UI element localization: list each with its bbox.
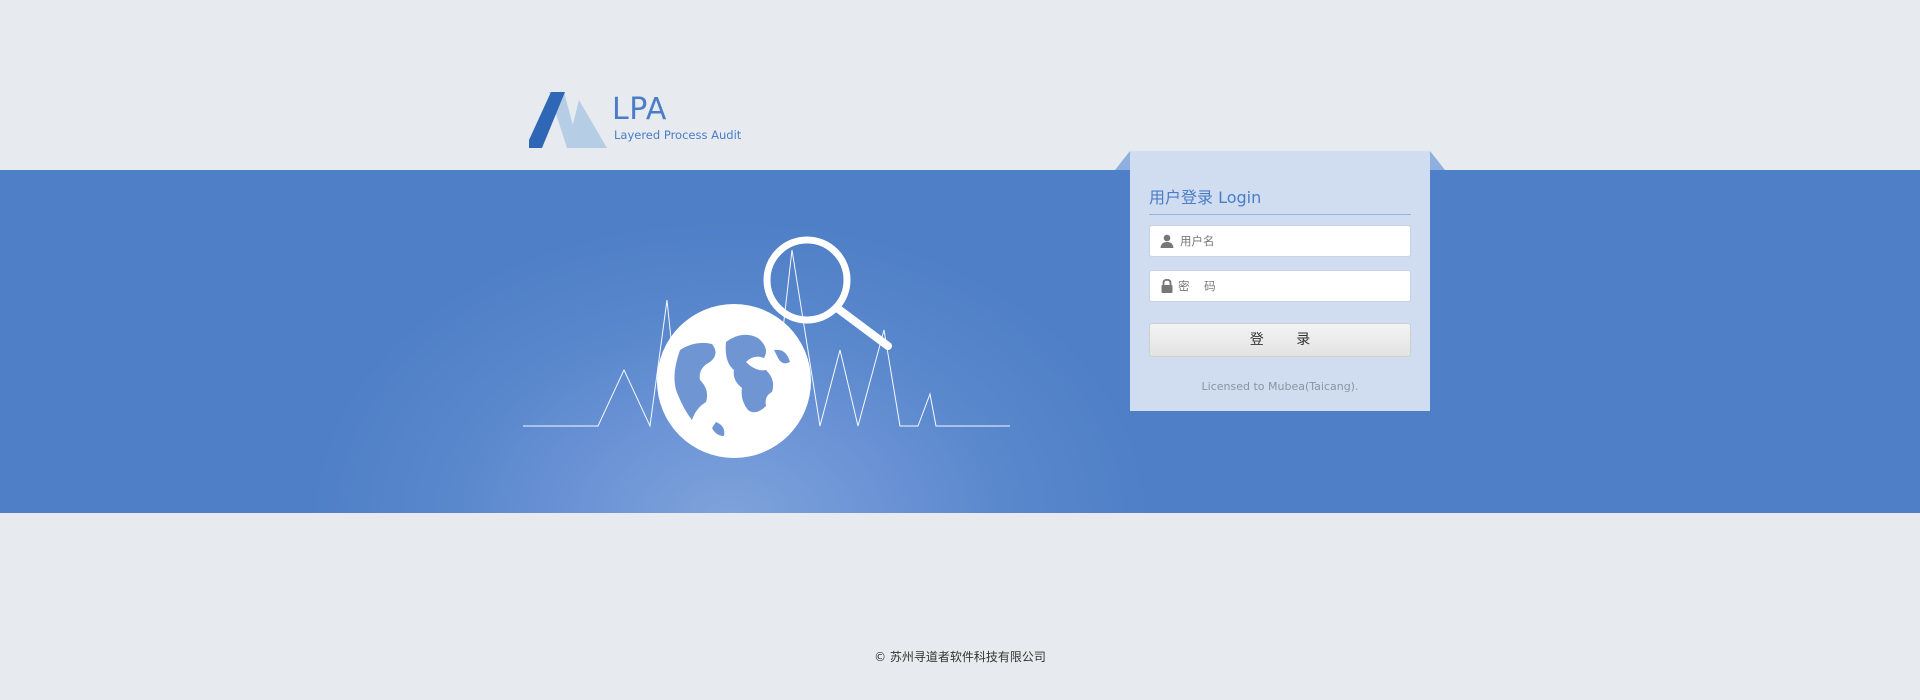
password-field[interactable]: [1149, 270, 1411, 302]
footer-copyright: © 苏州寻道者软件科技有限公司: [874, 650, 1046, 664]
globe-search-illustration: [523, 236, 1010, 458]
lock-icon: [1161, 279, 1173, 293]
logo-title: LPA: [612, 92, 667, 127]
login-button[interactable]: 登 录: [1149, 323, 1411, 357]
login-title: 用户登录 Login: [1149, 184, 1411, 215]
logo-subtitle: Layered Process Audit: [614, 128, 742, 142]
panel-fold-right: [1430, 151, 1445, 170]
username-input[interactable]: [1180, 226, 1405, 256]
login-panel: 用户登录 Login 登 录 Licensed to Mubea(Taicang…: [1130, 151, 1430, 411]
globe-icon: [657, 304, 811, 458]
username-field[interactable]: [1149, 225, 1411, 257]
panel-fold-left: [1115, 151, 1130, 170]
lpa-logo-icon: [529, 92, 607, 148]
app-logo: LPA Layered Process Audit: [529, 88, 749, 150]
user-icon: [1160, 234, 1174, 248]
license-text: Licensed to Mubea(Taicang).: [1201, 380, 1359, 393]
password-input[interactable]: [1178, 271, 1403, 301]
